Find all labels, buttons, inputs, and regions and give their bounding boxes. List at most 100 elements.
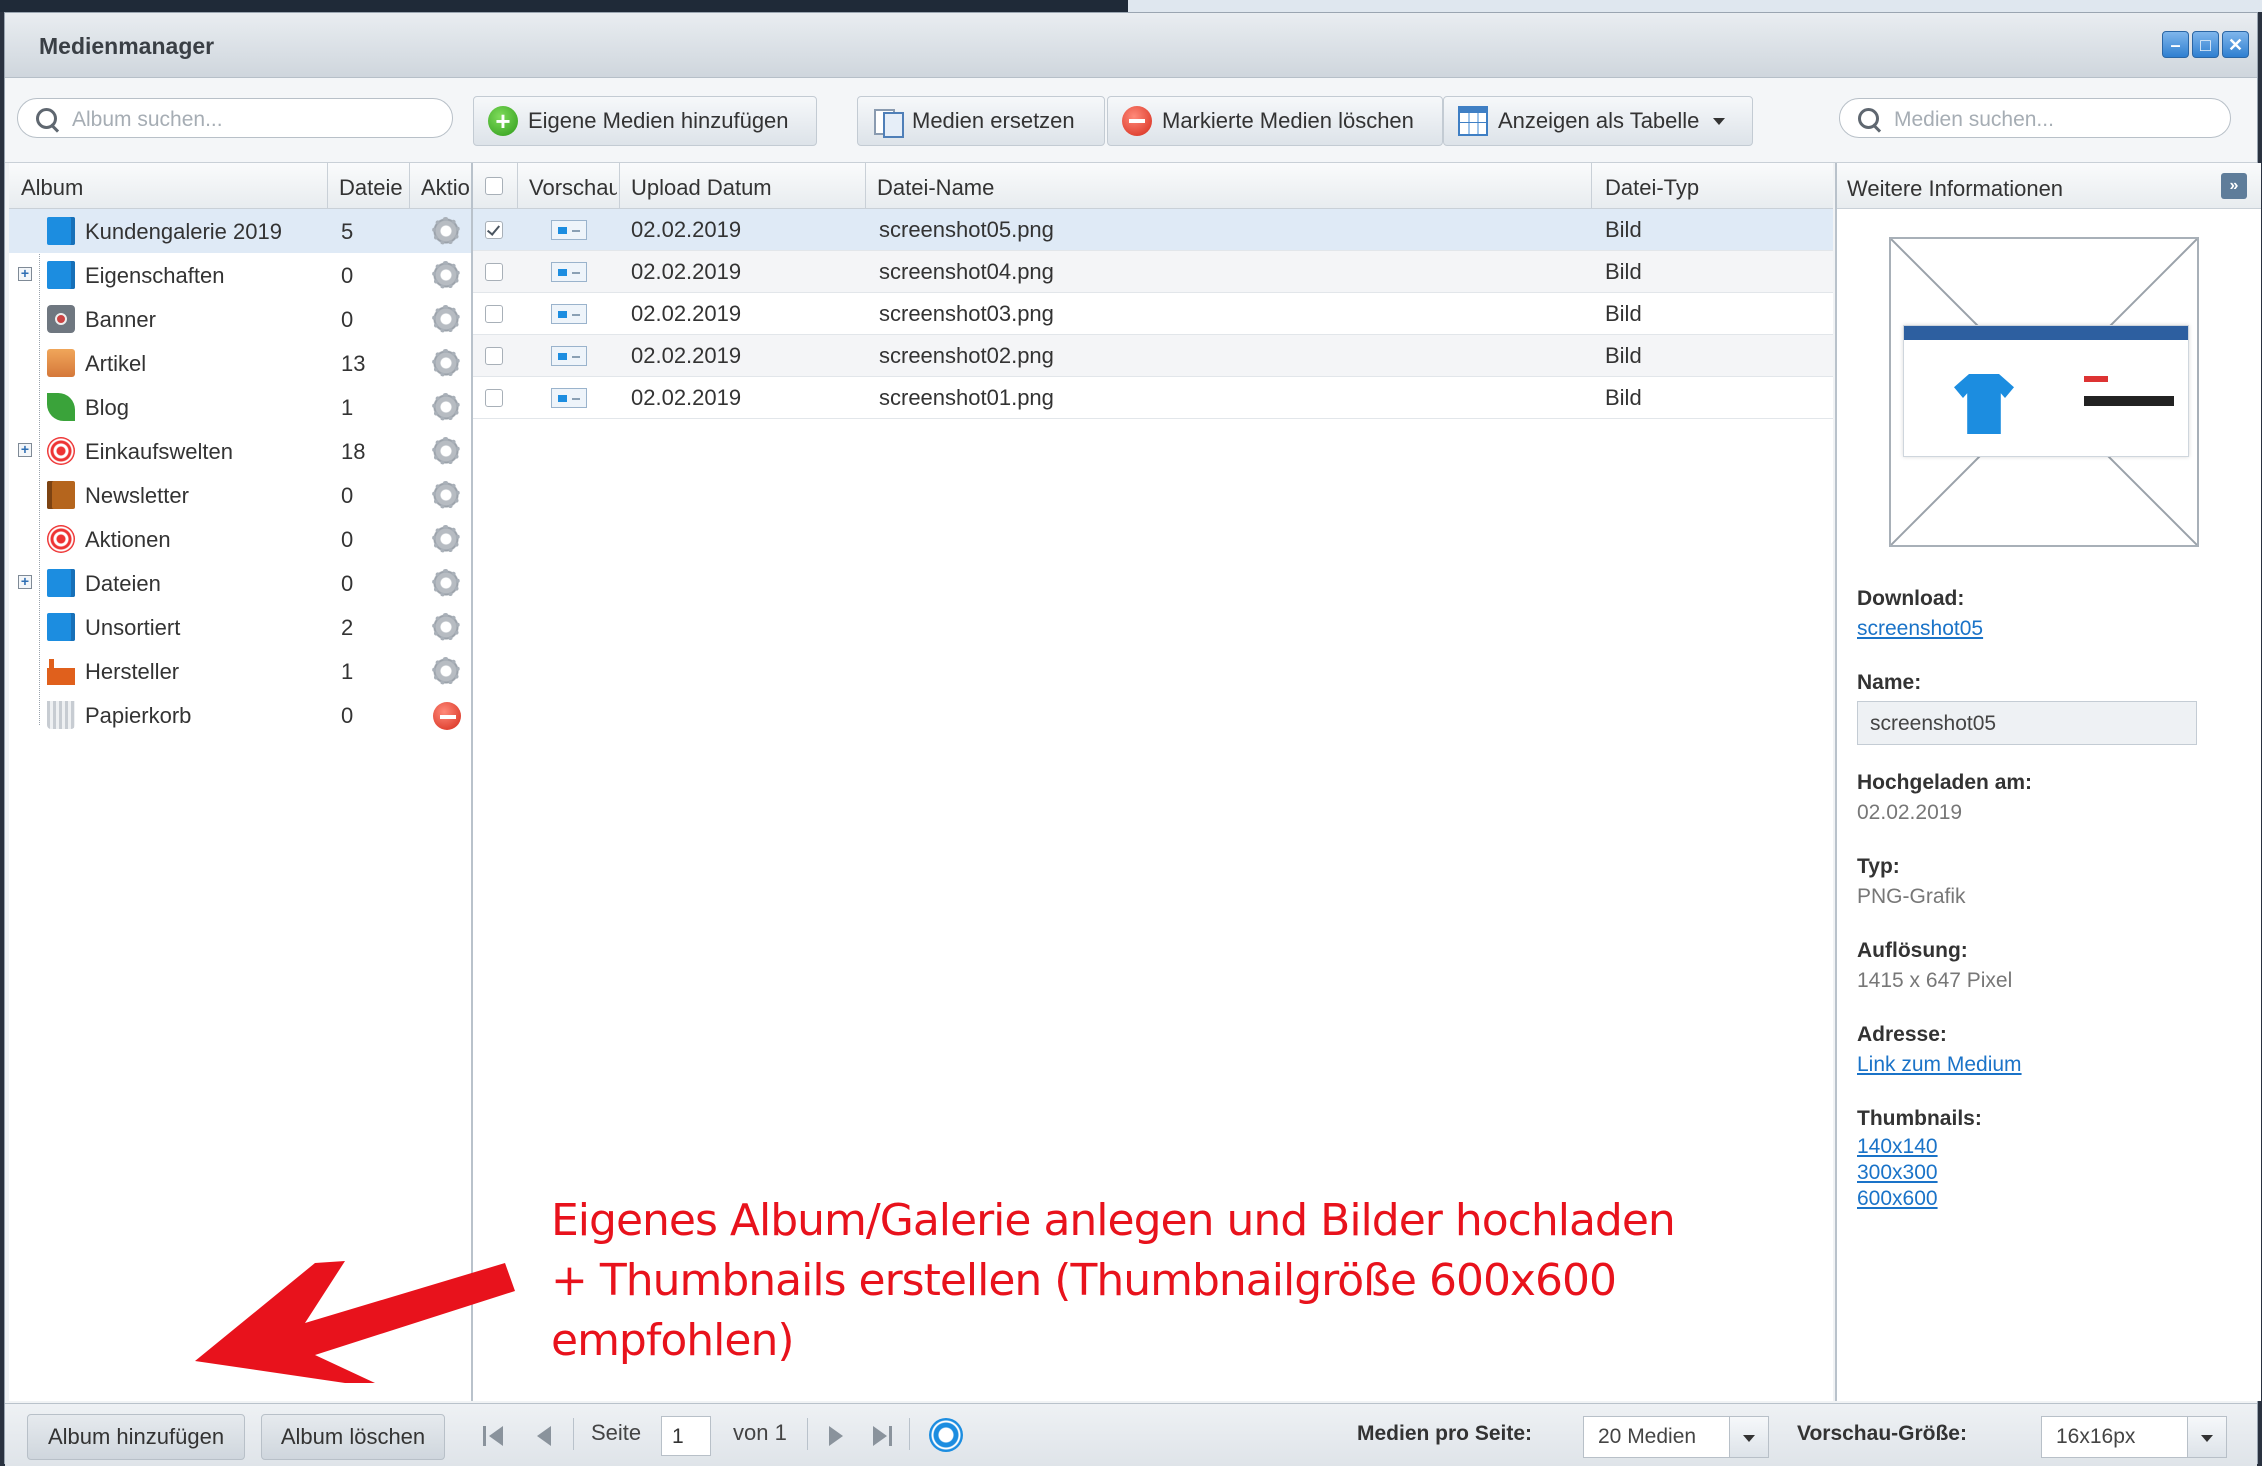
thumbnail-link-600[interactable]: 600x600: [1857, 1187, 1938, 1211]
type-value: PNG-Grafik: [1857, 885, 1966, 908]
camera-icon: [47, 305, 75, 333]
album-file-count: 0: [341, 483, 354, 508]
album-row[interactable]: Aktionen 0: [9, 517, 471, 561]
column-header-files[interactable]: Dateie: [339, 175, 407, 201]
previous-page-icon[interactable]: [535, 1424, 555, 1448]
media-row[interactable]: 02.02.2019 screenshot05.png Bild: [473, 209, 1833, 251]
gear-icon[interactable]: [431, 260, 461, 290]
chevron-down-icon[interactable]: [2187, 1417, 2226, 1457]
album-row[interactable]: Blog 1: [9, 385, 471, 429]
column-header-album[interactable]: Album: [21, 175, 83, 201]
album-label: Kundengalerie 2019: [85, 219, 282, 244]
gear-icon[interactable]: [431, 216, 461, 246]
download-link[interactable]: screenshot05: [1857, 617, 1983, 641]
file-name-cell: screenshot04.png: [879, 259, 1054, 284]
gear-icon[interactable]: [431, 436, 461, 466]
next-page-icon[interactable]: [825, 1424, 845, 1448]
gear-icon[interactable]: [431, 612, 461, 642]
gear-icon[interactable]: [431, 568, 461, 598]
album-row[interactable]: Unsortiert 2: [9, 605, 471, 649]
refresh-icon[interactable]: [929, 1418, 963, 1452]
row-checkbox[interactable]: [485, 263, 503, 281]
gear-icon[interactable]: [431, 392, 461, 422]
gear-icon[interactable]: [431, 524, 461, 554]
album-grid-header: Album Dateie Aktio: [9, 163, 471, 209]
annotation-arrow: [195, 1261, 515, 1383]
album-row[interactable]: + Eigenschaften 0: [9, 253, 471, 297]
album-row[interactable]: + Dateien 0: [9, 561, 471, 605]
upload-date-cell: 02.02.2019: [631, 343, 742, 368]
collapse-panel-icon[interactable]: »: [2221, 173, 2247, 199]
column-header-upload-date[interactable]: Upload Datum: [631, 175, 772, 201]
thumbnail-shop-header: [1904, 326, 2188, 340]
row-checkbox[interactable]: [485, 389, 503, 407]
preview-size-select[interactable]: 16x16px: [2041, 1416, 2227, 1458]
column-header-action[interactable]: Aktio: [421, 175, 469, 201]
empty-trash-icon[interactable]: [433, 702, 461, 730]
file-name-cell: screenshot01.png: [879, 385, 1054, 410]
album-label: Eigenschaften: [85, 263, 225, 288]
per-page-select[interactable]: 20 Medien: [1583, 1416, 1769, 1458]
media-row[interactable]: 02.02.2019 screenshot01.png Bild: [473, 377, 1833, 419]
expand-icon[interactable]: +: [18, 266, 32, 281]
media-grid-panel: Vorschau Upload Datum Datei-Name Datei-T…: [473, 163, 1833, 1401]
uploaded-label: Hochgeladen am:: [1857, 771, 2033, 794]
gear-icon[interactable]: [431, 304, 461, 334]
page-number-input[interactable]: 1: [661, 1416, 711, 1456]
album-row[interactable]: Kundengalerie 2019 5: [9, 209, 471, 253]
album-file-count: 0: [341, 263, 354, 288]
gear-icon[interactable]: [431, 656, 461, 686]
replace-media-button[interactable]: Medien ersetzen: [857, 96, 1105, 146]
thumbnail-cart-button: [2084, 396, 2174, 406]
album-label: Hersteller: [85, 659, 180, 684]
column-header-preview[interactable]: Vorschau: [529, 175, 617, 201]
select-all-checkbox[interactable]: [485, 177, 503, 195]
expand-icon[interactable]: +: [18, 574, 32, 589]
media-row[interactable]: 02.02.2019 screenshot04.png Bild: [473, 251, 1833, 293]
thumbnail-link-140[interactable]: 140x140: [1857, 1135, 1938, 1159]
add-album-button[interactable]: Album hinzufügen: [27, 1414, 245, 1460]
minimize-button[interactable]: –: [2162, 31, 2189, 58]
address-link[interactable]: Link zum Medium: [1857, 1053, 2022, 1077]
gear-icon[interactable]: [431, 348, 461, 378]
first-page-icon[interactable]: [481, 1424, 507, 1448]
close-button[interactable]: ✕: [2222, 31, 2249, 58]
album-row[interactable]: Banner 0: [9, 297, 471, 341]
album-row[interactable]: Papierkorb 0: [9, 693, 471, 737]
album-row[interactable]: Newsletter 0: [9, 473, 471, 517]
title-bar[interactable]: Medienmanager – □ ✕: [5, 13, 2257, 78]
row-checkbox[interactable]: [485, 347, 503, 365]
column-header-file-type[interactable]: Datei-Typ: [1605, 175, 1699, 201]
name-field[interactable]: screenshot05: [1857, 701, 2197, 745]
add-media-button[interactable]: + Eigene Medien hinzufügen: [473, 96, 817, 146]
media-row[interactable]: 02.02.2019 screenshot02.png Bild: [473, 335, 1833, 377]
delete-album-button[interactable]: Album löschen: [261, 1414, 445, 1460]
album-label: Dateien: [85, 571, 161, 596]
album-file-count: 18: [341, 439, 366, 464]
annotation-line-1: Eigenes Album/Galerie anlegen und Bilder…: [551, 1195, 1676, 1246]
row-checkbox[interactable]: [485, 221, 503, 239]
album-row[interactable]: Hersteller 1: [9, 649, 471, 693]
info-panel: Weitere Informationen » Download: screen…: [1835, 163, 2261, 1401]
album-row[interactable]: Artikel 13: [9, 341, 471, 385]
media-row[interactable]: 02.02.2019 screenshot03.png Bild: [473, 293, 1833, 335]
gear-icon[interactable]: [431, 480, 461, 510]
media-search-input[interactable]: Medien suchen...: [1839, 98, 2231, 138]
thumbnail-link-300[interactable]: 300x300: [1857, 1161, 1938, 1185]
column-header-file-name[interactable]: Datei-Name: [877, 175, 994, 201]
media-preview: [1889, 237, 2199, 547]
last-page-icon[interactable]: [869, 1424, 895, 1448]
delete-marked-button[interactable]: Markierte Medien löschen: [1107, 96, 1443, 146]
maximize-button[interactable]: □: [2192, 31, 2219, 58]
pager-separator: [909, 1418, 910, 1450]
add-media-label: Eigene Medien hinzufügen: [528, 108, 789, 133]
album-row[interactable]: + Einkaufswelten 18: [9, 429, 471, 473]
view-as-table-button[interactable]: Anzeigen als Tabelle: [1443, 96, 1753, 146]
expand-icon[interactable]: +: [18, 442, 32, 457]
row-checkbox[interactable]: [485, 305, 503, 323]
info-panel-title: Weitere Informationen: [1847, 176, 2064, 201]
thumbnails-label: Thumbnails:: [1857, 1107, 1982, 1130]
chevron-down-icon[interactable]: [1729, 1417, 1768, 1457]
album-search-input[interactable]: Album suchen...: [17, 98, 453, 138]
column-separator: [327, 163, 328, 209]
